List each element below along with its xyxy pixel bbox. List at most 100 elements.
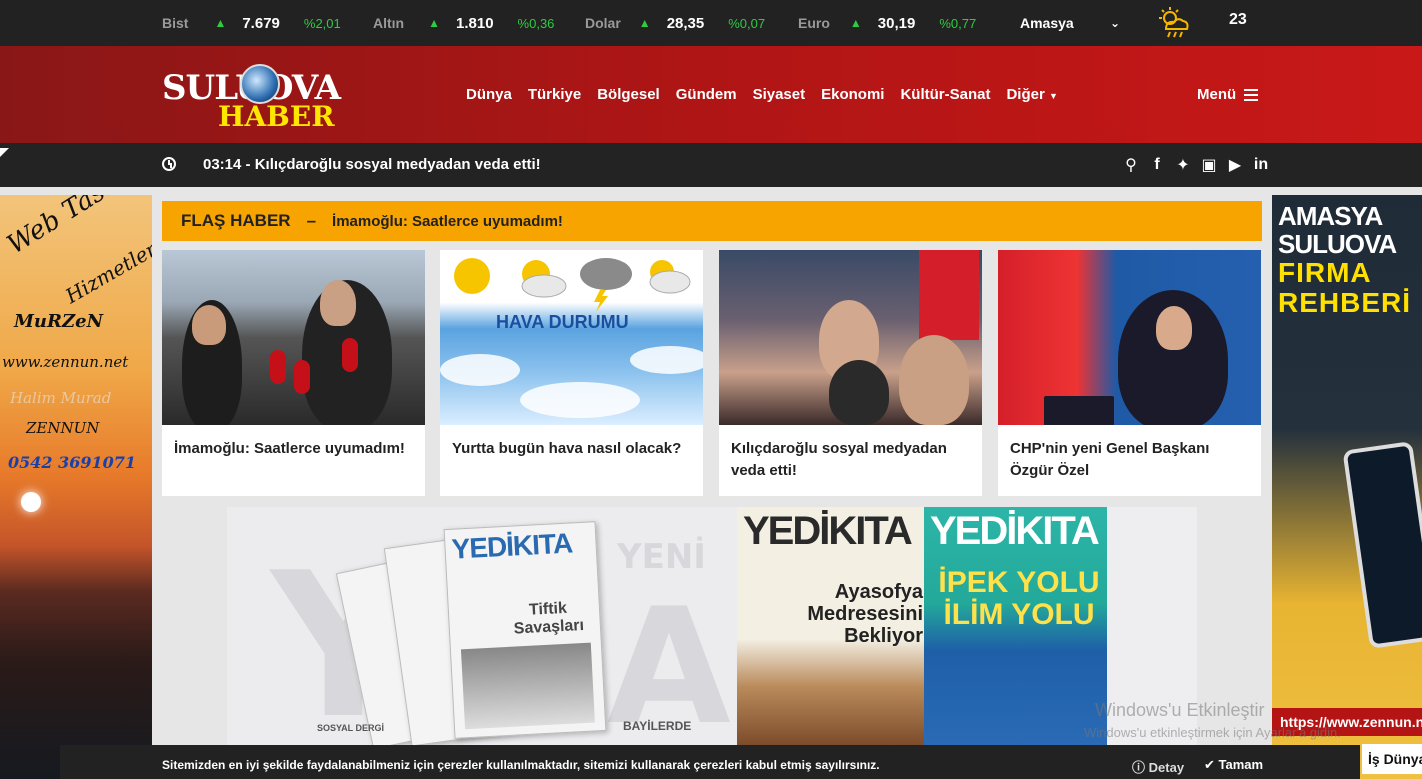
- ticker-change: %0,07: [728, 15, 766, 31]
- news-image-ozgur-ozel[interactable]: [998, 250, 1261, 425]
- news-card-title[interactable]: Kılıçdaroğlu sosyal medyadan veda etti!: [731, 438, 970, 482]
- site-logo[interactable]: SULUOVA HABER: [162, 64, 341, 133]
- weather-image-caption: HAVA DURUMU: [496, 312, 629, 332]
- ad-right-line3: FIRMA: [1278, 257, 1372, 288]
- twitter-icon[interactable]: ✦: [1174, 155, 1192, 175]
- magazine-graphic: YEDİKITA Tiftik Savaşları: [443, 521, 607, 739]
- flash-dash: –: [306, 211, 317, 230]
- nav-item-gundem[interactable]: Gündem: [676, 86, 737, 103]
- menu-button[interactable]: Menü: [1197, 86, 1259, 103]
- ad-right-line1: AMASYA: [1278, 201, 1383, 231]
- globe-icon: [240, 64, 280, 104]
- flag-graphic: [919, 250, 979, 340]
- cover-title: İPEK YOLU İLİM YOLU: [938, 566, 1100, 631]
- news-image-imamoglu[interactable]: [162, 250, 425, 425]
- person-figure: [829, 360, 889, 425]
- cookie-detail-label: Detay: [1148, 760, 1185, 775]
- city-label: Amasya: [1020, 15, 1074, 31]
- ticker-label: Dolar: [585, 15, 621, 31]
- logo-text-bottom: HABER: [218, 100, 335, 133]
- person-figure: [192, 305, 226, 345]
- person-figure: [1156, 306, 1192, 350]
- podium-graphic: [1044, 396, 1114, 425]
- sun-graphic: [21, 492, 41, 512]
- news-card-title[interactable]: Yurtta bugün hava nasıl olacak?: [452, 438, 691, 460]
- ticker-value: 28,35: [666, 14, 705, 32]
- youtube-icon[interactable]: ▶: [1226, 155, 1244, 175]
- magazine-brand: YEDİKITA: [450, 527, 573, 565]
- cookie-detail-button[interactable]: ⓘ Detay: [1132, 757, 1184, 776]
- clock-icon: [162, 157, 176, 171]
- cover-title: Ayasofya Medresesini Bekliyor: [807, 581, 923, 647]
- magazine-cover-ayasofya: YEDİKITA Ayasofya Medresesini Bekliyor: [737, 507, 924, 747]
- caret-down-icon: ▼: [1048, 91, 1058, 101]
- cover-brand: YEDİKITA: [930, 509, 1100, 553]
- ticker-value: 7.679: [242, 14, 280, 32]
- ticker-change: %0,77: [939, 15, 977, 31]
- microphone-graphic: [294, 360, 310, 394]
- ticker-dolar: Dolar ▲ 28,35 %0,07: [585, 0, 765, 46]
- yedikita-banner-ad[interactable]: YE YENİ A YEDİKITA Tiftik Savaşları SOSY…: [227, 507, 1197, 747]
- nav-item-diger[interactable]: Diğer ▼: [1006, 86, 1057, 103]
- mouse-cursor: [0, 148, 9, 157]
- nav-item-label: Diğer: [1006, 86, 1045, 103]
- cover-brand: YEDİKITA: [743, 509, 913, 553]
- nav-item-kultur-sanat[interactable]: Kültür-Sanat: [900, 86, 990, 103]
- info-icon: ⓘ: [1132, 760, 1146, 775]
- news-card-title[interactable]: İmamoğlu: Saatlerce uyumadım!: [174, 438, 413, 460]
- arrow-up-icon: ▲: [428, 16, 440, 30]
- hamburger-icon: [1244, 88, 1259, 101]
- flash-label: FLAŞ HABER: [181, 211, 291, 230]
- city-select[interactable]: Amasya ⌄: [1020, 0, 1120, 46]
- news-card[interactable]: HAVA DURUMU Yurtta bugün hava nasıl olac…: [440, 250, 703, 496]
- ad-left-web-design[interactable]: Web Tasarım Hizmetleri MuRZeN www.zennun…: [0, 195, 152, 779]
- arrow-up-icon: ▲: [214, 16, 227, 30]
- person-figure: [320, 280, 356, 326]
- ticker-change: %0,36: [517, 15, 555, 31]
- ticker-value: 30,19: [877, 14, 916, 32]
- cookie-accept-button[interactable]: ✔ Tamam: [1204, 757, 1263, 773]
- nav-item-dunya[interactable]: Dünya: [466, 86, 512, 103]
- ad-left-surname: ZENNUN: [26, 419, 100, 437]
- breaking-news-link[interactable]: 03:14 - Kılıçdaroğlu sosyal medyadan ved…: [203, 156, 541, 173]
- ad-right-line2: SULUOVA: [1278, 229, 1397, 259]
- ticker-label: Bist: [162, 15, 189, 31]
- news-card[interactable]: CHP'nin yeni Genel Başkanı Özgür Özel: [998, 250, 1261, 496]
- ticker-bist: Bist ▲ 7.679 %2,01: [162, 0, 341, 46]
- news-image-weather[interactable]: HAVA DURUMU: [440, 250, 703, 425]
- magazine-cover-ipek-yolu: YEDİKITA İPEK YOLU İLİM YOLU: [924, 507, 1107, 747]
- ad-right-firm-directory[interactable]: AMASYA SULUOVA FIRMA REHBERİ https://www…: [1272, 195, 1422, 779]
- news-card[interactable]: İmamoğlu: Saatlerce uyumadım!: [162, 250, 425, 496]
- ad-left-phone: 0542 3691071: [8, 453, 137, 472]
- flash-news-bar: FLAŞ HABER – İmamoğlu: Saatlerce uyumadı…: [162, 201, 1262, 241]
- news-card[interactable]: Kılıçdaroğlu sosyal medyadan veda etti!: [719, 250, 982, 496]
- nav-item-bolgesel[interactable]: Bölgesel: [597, 86, 660, 103]
- site-header: SULUOVA HABER Dünya Türkiye Bölgesel Gün…: [0, 46, 1422, 143]
- banner-bg-word: YENİ: [617, 537, 706, 577]
- ticker-altin: Altın ▲ 1.810 %0,36: [373, 0, 554, 46]
- linkedin-icon[interactable]: in: [1252, 156, 1270, 174]
- news-image-kilicdaroglu[interactable]: [719, 250, 982, 425]
- nav-item-siyaset[interactable]: Siyaset: [753, 86, 806, 103]
- person-figure: [899, 335, 969, 425]
- microphone-graphic: [270, 350, 286, 384]
- market-ticker: Bist ▲ 7.679 %2,01 Altın ▲ 1.810 %0,36 D…: [0, 0, 1422, 46]
- news-card-title[interactable]: CHP'nin yeni Genel Başkanı Özgür Özel: [1010, 438, 1249, 482]
- ticker-value: 1.810: [456, 14, 494, 32]
- cookie-message: Sitemizden en iyi şekilde faydalanabilme…: [162, 758, 880, 772]
- nav-item-turkiye[interactable]: Türkiye: [528, 86, 581, 103]
- banner-sosyal-label: SOSYAL DERGİ: [317, 723, 385, 733]
- arrow-up-icon: ▲: [849, 16, 862, 30]
- nav-item-ekonomi[interactable]: Ekonomi: [821, 86, 884, 103]
- arrow-up-icon: ▲: [638, 16, 651, 30]
- ad-left-name: Halim Murad: [10, 389, 112, 407]
- breaking-news-bar: 03:14 - Kılıçdaroğlu sosyal medyadan ved…: [0, 143, 1422, 187]
- ad-right-extra-label: İş Dünyası: [1362, 744, 1422, 774]
- search-icon[interactable]: ⚲: [1122, 155, 1140, 175]
- instagram-icon[interactable]: ▣: [1200, 155, 1218, 175]
- facebook-icon[interactable]: f: [1148, 156, 1166, 174]
- goat-graphic: [460, 642, 595, 730]
- menu-label: Menü: [1197, 86, 1237, 103]
- flash-headline-link[interactable]: İmamoğlu: Saatlerce uyumadım!: [332, 213, 563, 230]
- windows-activation-title: Windows'u Etkinleştir: [1095, 700, 1265, 720]
